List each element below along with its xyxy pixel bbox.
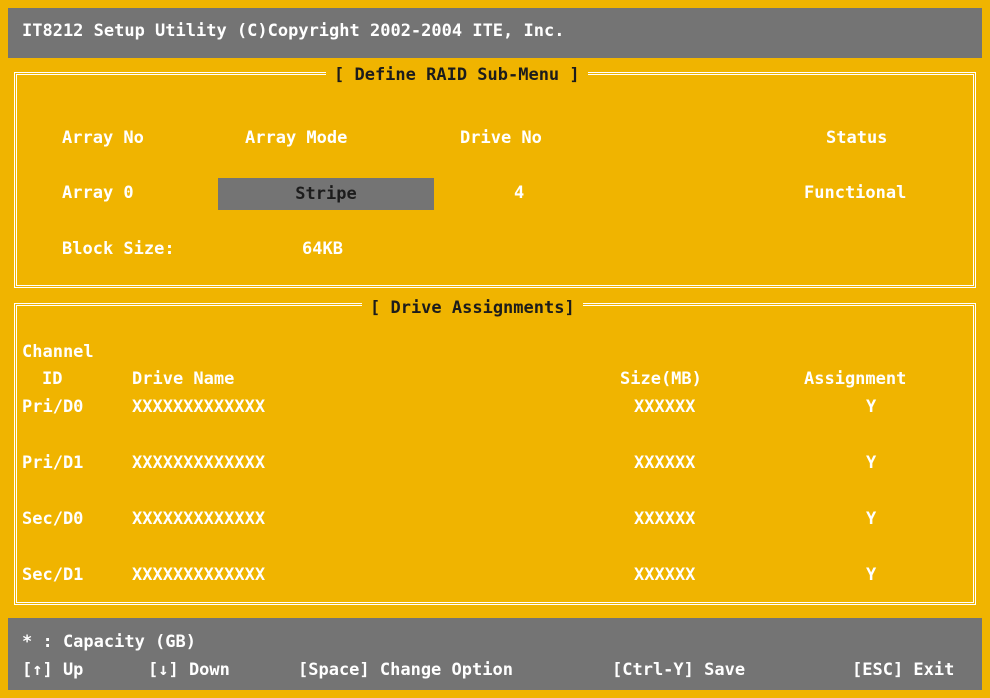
- row-drive-name: XXXXXXXXXXXXX: [132, 397, 266, 417]
- raid-submenu-title: [ Define RAID Sub-Menu ]: [326, 65, 588, 85]
- drive-no-value: 4: [514, 183, 525, 203]
- row-channel: Sec/D1: [22, 565, 84, 585]
- row-assignment[interactable]: Y: [866, 565, 876, 585]
- status-value: Functional: [804, 183, 907, 203]
- header-array-mode: Array Mode: [245, 128, 348, 148]
- header-array-no: Array No: [62, 128, 144, 148]
- header-assignment: Assignment: [804, 369, 907, 389]
- row-assignment[interactable]: Y: [866, 397, 876, 417]
- key-up-hint: [↑] Up: [22, 660, 84, 680]
- array-mode-field[interactable]: Stripe: [218, 178, 434, 210]
- row-assignment[interactable]: Y: [866, 453, 876, 473]
- row-size: XXXXXX: [634, 453, 696, 473]
- row-drive-name: XXXXXXXXXXXXX: [132, 565, 266, 585]
- row-channel: Pri/D0: [22, 397, 84, 417]
- key-exit-hint: [ESC] Exit: [852, 660, 955, 680]
- header-drive-name: Drive Name: [132, 369, 235, 389]
- header-drive-no: Drive No: [460, 128, 542, 148]
- header-channel: Channel: [22, 342, 94, 362]
- drive-assignments-title: [ Drive Assignments]: [362, 298, 583, 318]
- app-title: IT8212 Setup Utility (C)Copyright 2002-2…: [22, 21, 565, 41]
- row-size: XXXXXX: [634, 565, 696, 585]
- header-id: ID: [42, 369, 63, 389]
- header-status: Status: [826, 128, 888, 148]
- row-size: XXXXXX: [634, 397, 696, 417]
- key-down-hint: [↓] Down: [148, 660, 230, 680]
- header-size: Size(MB): [620, 369, 702, 389]
- array-label: Array 0: [62, 183, 134, 203]
- row-channel: Pri/D1: [22, 453, 84, 473]
- row-assignment[interactable]: Y: [866, 509, 876, 529]
- key-save-hint: [Ctrl-Y] Save: [612, 660, 746, 680]
- row-size: XXXXXX: [634, 509, 696, 529]
- block-size-value: 64KB: [302, 239, 343, 259]
- block-size-label: Block Size:: [62, 239, 175, 259]
- row-drive-name: XXXXXXXXXXXXX: [132, 453, 266, 473]
- key-change-hint: [Space] Change Option: [298, 660, 513, 680]
- row-channel: Sec/D0: [22, 509, 84, 529]
- row-drive-name: XXXXXXXXXXXXX: [132, 509, 266, 529]
- capacity-note: * : Capacity (GB): [22, 632, 196, 652]
